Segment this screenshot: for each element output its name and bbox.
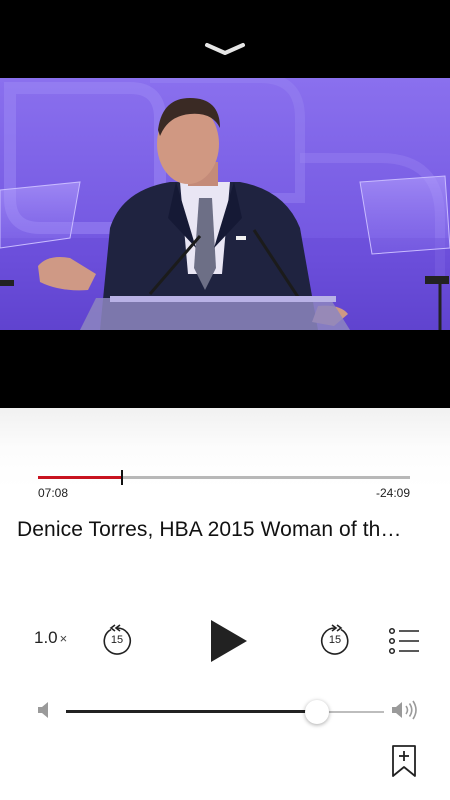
speaker-low-icon (38, 702, 48, 718)
play-icon (211, 620, 247, 662)
player-controls: 07:08 -24:09 Denice Torres, HBA 2015 Wom… (0, 408, 450, 800)
video-frame[interactable] (0, 78, 450, 330)
speed-suffix: × (59, 631, 68, 646)
playback-speed-button[interactable]: 1.0 × (34, 628, 67, 648)
volume-control (0, 696, 450, 726)
podcast-player-screen: 07:08 -24:09 Denice Torres, HBA 2015 Wom… (0, 0, 450, 800)
progress-played (38, 476, 123, 479)
skip-back-button[interactable]: 15 (100, 624, 134, 658)
speaker-high-icon (392, 700, 417, 720)
episode-list-button[interactable] (388, 627, 420, 655)
speed-value: 1.0 (34, 628, 58, 647)
volume-slider[interactable] (66, 700, 384, 724)
video-still (0, 78, 450, 330)
skip-back-seconds: 15 (110, 634, 124, 646)
skip-forward-button[interactable]: 15 (318, 624, 352, 658)
volume-thumb[interactable] (305, 700, 330, 724)
episode-title: Denice Torres, HBA 2015 Woman of th… (17, 518, 402, 541)
chevron-down-icon (205, 43, 245, 55)
progress-scrubber[interactable] (38, 468, 410, 486)
collapse-button[interactable] (198, 36, 252, 62)
list-icon (388, 627, 419, 655)
elapsed-time: 07:08 (38, 486, 69, 500)
volume-level (66, 710, 318, 713)
skip-forward-seconds: 15 (328, 634, 342, 646)
progress-playhead[interactable] (121, 470, 124, 485)
add-bookmark-button[interactable] (390, 744, 418, 778)
bookmark-add-icon (392, 745, 416, 777)
video-area (0, 0, 450, 408)
transport-controls: 1.0 × 15 15 (0, 608, 450, 674)
play-button[interactable] (205, 618, 251, 664)
remaining-time: -24:09 (375, 486, 410, 500)
